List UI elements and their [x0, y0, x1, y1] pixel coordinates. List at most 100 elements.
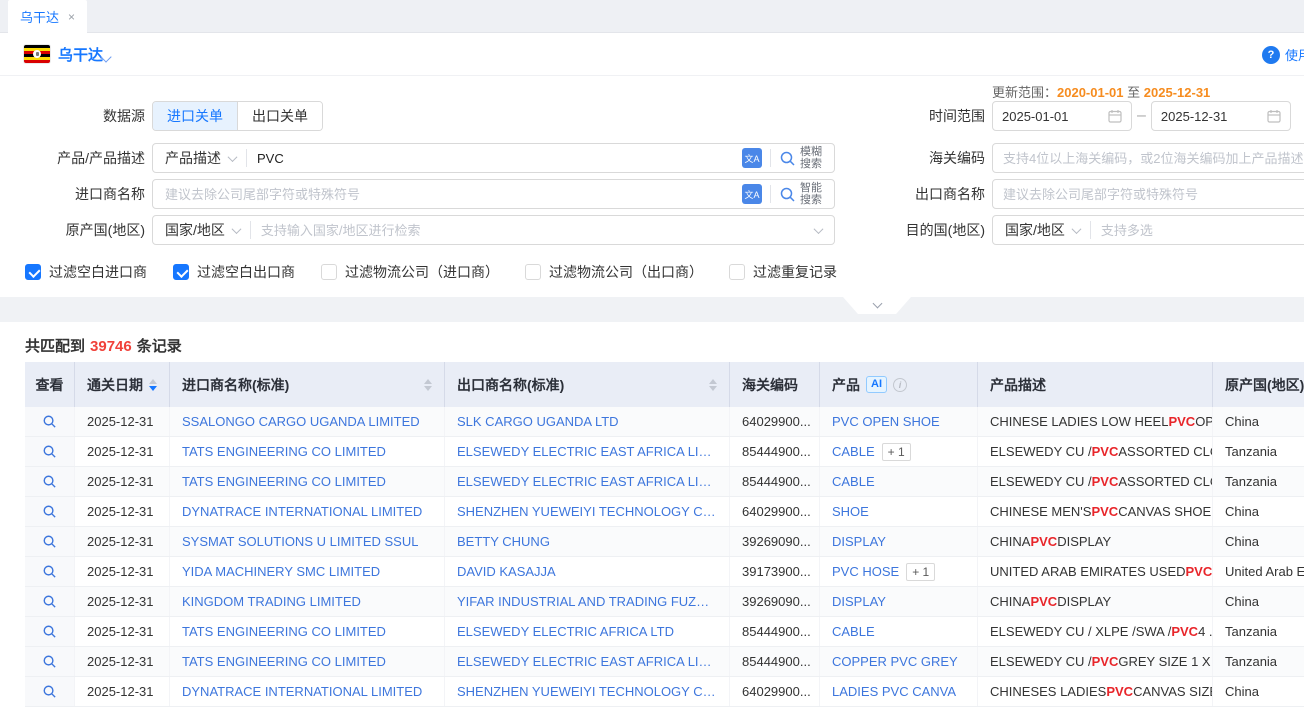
help-label: 使用: [1285, 45, 1304, 64]
destination-scope-select[interactable]: 国家/地区: [993, 220, 1090, 240]
more-products-badge[interactable]: + 1: [882, 443, 911, 461]
importer-link[interactable]: KINGDOM TRADING LIMITED: [182, 594, 361, 609]
tab-title: 乌干达: [20, 7, 59, 26]
product-link[interactable]: CABLE: [832, 444, 875, 459]
keyword-highlight: PVC: [1092, 654, 1119, 669]
view-record-button[interactable]: [25, 647, 75, 676]
exporter-link[interactable]: SHENZHEN YUEWEIYI TECHNOLOGY CO LTD: [457, 684, 717, 699]
checkbox-filter-logistics-importer[interactable]: 过滤物流公司（进口商）: [321, 262, 499, 282]
origin-country-cell: China: [1213, 407, 1304, 436]
view-record-button[interactable]: [25, 437, 75, 466]
exporter-link[interactable]: YIFAR INDUSTRIAL AND TRADING FUZHOU...: [457, 594, 717, 609]
product-link[interactable]: PVC HOSE: [832, 564, 899, 579]
collapse-filters-button[interactable]: [843, 297, 911, 314]
checkbox-filter-blank-exporter[interactable]: 过滤空白出口商: [173, 262, 295, 282]
product-link[interactable]: LADIES PVC CANVA: [832, 684, 956, 699]
clearance-date: 2025-12-31: [75, 647, 170, 676]
checkbox-filter-logistics-exporter[interactable]: 过滤物流公司（出口商）: [525, 262, 703, 282]
view-record-button[interactable]: [25, 407, 75, 436]
product-description-cell: ELSEWEDY CU /PVC GREY SIZE 1 X 4...: [978, 647, 1213, 676]
table-row: 2025-12-31 SSALONGO CARGO UGANDA LIMITED…: [25, 407, 1304, 437]
exporter-link[interactable]: ELSEWEDY ELECTRIC EAST AFRICA LIMTED: [457, 474, 717, 489]
header-importer-sort[interactable]: 进口商名称(标准): [170, 362, 445, 407]
help-link[interactable]: ? 使用: [1262, 45, 1304, 64]
product-description-cell: ELSEWEDY CU / PVC ASSORTED CLO...: [978, 467, 1213, 496]
view-record-button[interactable]: [25, 617, 75, 646]
header-date-sort[interactable]: 通关日期: [75, 362, 170, 407]
product-input[interactable]: [247, 151, 734, 166]
table-row: 2025-12-31 TATS ENGINEERING CO LIMITED E…: [25, 617, 1304, 647]
tab-uganda[interactable]: 乌干达 ×: [8, 0, 87, 33]
tab-import-customs[interactable]: 进口关单: [153, 102, 237, 130]
origin-scope-select[interactable]: 国家/地区: [153, 220, 250, 240]
info-icon[interactable]: i: [893, 378, 907, 392]
product-link[interactable]: CABLE: [832, 474, 875, 489]
view-record-button[interactable]: [25, 467, 75, 496]
tab-close-icon[interactable]: ×: [68, 10, 75, 24]
origin-country-label: 原产国(地区): [0, 220, 145, 240]
keyword-highlight: PVC: [1168, 414, 1195, 429]
exporter-link[interactable]: DAVID KASAJJA: [457, 564, 556, 579]
keyword-highlight: PVC: [1186, 564, 1213, 579]
view-record-button[interactable]: [25, 587, 75, 616]
more-products-badge[interactable]: + 1: [906, 563, 935, 581]
product-link[interactable]: DISPLAY: [832, 594, 886, 609]
hs-code-cell: 85444900...: [730, 617, 820, 646]
date-from-input[interactable]: 2025-01-01: [992, 101, 1132, 131]
importer-link[interactable]: TATS ENGINEERING CO LIMITED: [182, 474, 386, 489]
product-link[interactable]: COPPER PVC GREY: [832, 654, 958, 669]
product-link[interactable]: PVC OPEN SHOE: [832, 414, 940, 429]
product-field-select[interactable]: 产品描述: [153, 148, 246, 168]
date-to-input[interactable]: 2025-12-31: [1151, 101, 1291, 131]
exporter-input[interactable]: [992, 179, 1304, 209]
header-origin: 原产国(地区): [1213, 362, 1304, 407]
magnifier-icon: [42, 564, 57, 579]
clearance-date: 2025-12-31: [75, 407, 170, 436]
exporter-link[interactable]: ELSEWEDY ELECTRIC AFRICA LTD: [457, 624, 674, 639]
importer-link[interactable]: SYSMAT SOLUTIONS U LIMITED SSUL: [182, 534, 418, 549]
importer-link[interactable]: TATS ENGINEERING CO LIMITED: [182, 654, 386, 669]
checkbox-filter-duplicates[interactable]: 过滤重复记录: [729, 262, 837, 282]
results-panel: 共匹配到39746条记录 查看 通关日期 进口商名称(标准) 出口商名称(标准)…: [0, 322, 1304, 707]
exporter-link[interactable]: ELSEWEDY ELECTRIC EAST AFRICA LIMTED: [457, 444, 717, 459]
importer-link[interactable]: TATS ENGINEERING CO LIMITED: [182, 624, 386, 639]
sort-caret-icon: [709, 379, 717, 391]
checkbox-unchecked-icon: [729, 264, 745, 280]
exporter-link[interactable]: ELSEWEDY ELECTRIC EAST AFRICA LIMTED: [457, 654, 717, 669]
tab-export-customs[interactable]: 出口关单: [237, 102, 322, 130]
importer-link[interactable]: YIDA MACHINERY SMC LIMITED: [182, 564, 380, 579]
origin-country-input[interactable]: [251, 223, 815, 238]
product-link[interactable]: DISPLAY: [832, 534, 886, 549]
exporter-link[interactable]: SHENZHEN YUEWEIYI TECHNOLOGY CO LTD: [457, 504, 717, 519]
importer-link[interactable]: DYNATRACE INTERNATIONAL LIMITED: [182, 684, 422, 699]
importer-link[interactable]: DYNATRACE INTERNATIONAL LIMITED: [182, 504, 422, 519]
clearance-date: 2025-12-31: [75, 557, 170, 586]
view-record-button[interactable]: [25, 527, 75, 556]
table-header-row: 查看 通关日期 进口商名称(标准) 出口商名称(标准) 海关编码 产品 AI: [25, 362, 1304, 407]
importer-link[interactable]: SSALONGO CARGO UGANDA LIMITED: [182, 414, 420, 429]
destination-country-input[interactable]: [1091, 223, 1304, 238]
keyword-highlight: PVC: [1091, 504, 1118, 519]
filter-panel: 更新范围：2020-01-01 至 2025-12-31 数据源 进口关单 出口…: [0, 75, 1304, 297]
time-range-label: 时间范围: [780, 106, 985, 126]
exporter-link[interactable]: SLK CARGO UGANDA LTD: [457, 414, 619, 429]
clearance-date: 2025-12-31: [75, 677, 170, 706]
view-record-button[interactable]: [25, 497, 75, 526]
view-record-button[interactable]: [25, 677, 75, 706]
page-header: 乌干达 ? 使用: [0, 33, 1304, 75]
clearance-date: 2025-12-31: [75, 497, 170, 526]
checkbox-filter-blank-importer[interactable]: 过滤空白进口商: [25, 262, 147, 282]
table-row: 2025-12-31 TATS ENGINEERING CO LIMITED E…: [25, 437, 1304, 467]
hs-code-input[interactable]: [992, 143, 1304, 173]
magnifier-icon: [42, 444, 57, 459]
view-record-button[interactable]: [25, 557, 75, 586]
importer-input[interactable]: [153, 187, 734, 202]
translate-icon[interactable]: 文A: [742, 184, 762, 204]
header-exporter-sort[interactable]: 出口商名称(标准): [445, 362, 730, 407]
exporter-link[interactable]: BETTY CHUNG: [457, 534, 550, 549]
translate-icon[interactable]: 文A: [742, 148, 762, 168]
product-link[interactable]: SHOE: [832, 504, 869, 519]
importer-link[interactable]: TATS ENGINEERING CO LIMITED: [182, 444, 386, 459]
product-link[interactable]: CABLE: [832, 624, 875, 639]
header-view: 查看: [25, 362, 75, 407]
